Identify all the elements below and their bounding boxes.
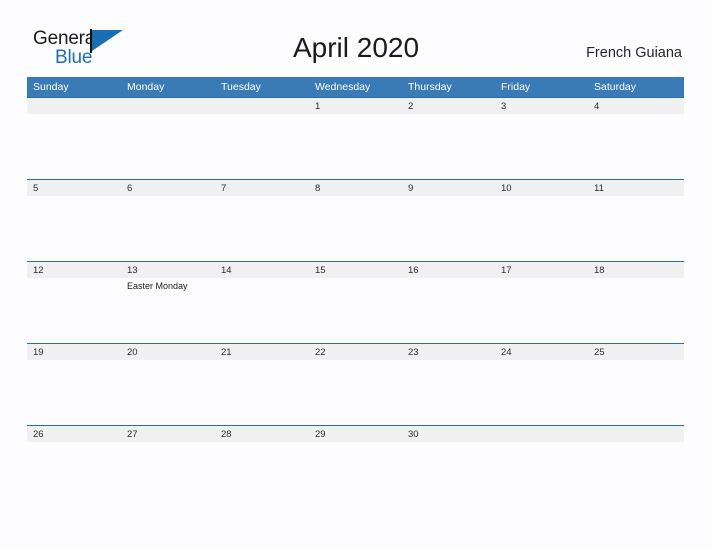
day-number[interactable]: 9 xyxy=(402,183,495,194)
day-cell[interactable] xyxy=(402,196,495,261)
locale-label: French Guiana xyxy=(586,45,682,61)
calendar-week-row: 5 6 7 8 9 10 11 xyxy=(27,179,684,261)
day-cell[interactable] xyxy=(27,114,121,179)
day-number[interactable]: 10 xyxy=(495,183,588,194)
weekday-header-monday: Monday xyxy=(127,81,165,93)
day-cell[interactable] xyxy=(27,278,121,343)
calendar-weeks: 1 2 3 4 5 6 7 8 9 10 11 12 13 14 15 16 17 18 Easter Monday… xyxy=(27,97,684,507)
day-number[interactable]: 14 xyxy=(215,265,309,276)
day-number[interactable]: 5 xyxy=(27,183,121,194)
day-cell[interactable] xyxy=(402,442,495,507)
day-cell[interactable] xyxy=(309,114,402,179)
day-cell[interactable] xyxy=(121,114,215,179)
week-event-band xyxy=(27,442,684,507)
day-cell[interactable] xyxy=(215,278,309,343)
day-cell[interactable] xyxy=(121,442,215,507)
day-cell[interactable] xyxy=(27,196,121,261)
day-number[interactable]: 21 xyxy=(215,347,309,358)
day-cell[interactable] xyxy=(495,442,588,507)
calendar-week-row: 19 20 21 22 23 24 25 xyxy=(27,343,684,425)
day-number[interactable]: 22 xyxy=(309,347,402,358)
day-cell[interactable] xyxy=(27,442,121,507)
calendar-week-row: 1234 xyxy=(27,97,684,179)
weekday-header-friday: Friday xyxy=(501,81,531,93)
day-cell[interactable] xyxy=(121,196,215,261)
day-cell[interactable] xyxy=(309,360,402,425)
week-date-band: 1234 xyxy=(27,98,684,114)
day-number[interactable]: 28 xyxy=(215,429,309,440)
day-cell[interactable] xyxy=(402,114,495,179)
calendar-page: General Blue April 2020 French Guiana Su… xyxy=(0,0,712,550)
weekday-header-saturday: Saturday xyxy=(594,81,637,93)
day-cell[interactable] xyxy=(588,442,684,507)
day-number[interactable]: 12 xyxy=(27,265,121,276)
day-cell[interactable] xyxy=(215,442,309,507)
day-number[interactable]: 7 xyxy=(215,183,309,194)
day-cell[interactable] xyxy=(121,360,215,425)
day-number[interactable]: 27 xyxy=(121,429,215,440)
day-number[interactable]: 6 xyxy=(121,183,215,194)
day-cell[interactable] xyxy=(495,360,588,425)
week-date-band: 19 20 21 22 23 24 25 xyxy=(27,344,684,360)
day-number[interactable]: 4 xyxy=(588,101,684,112)
calendar-grid: Sunday Monday Tuesday Wednesday Thursday… xyxy=(27,77,684,507)
day-number[interactable]: 18 xyxy=(588,265,684,276)
day-number[interactable]: 13 xyxy=(121,265,215,276)
weekday-header-sunday: Sunday xyxy=(33,81,69,93)
day-cell[interactable] xyxy=(588,196,684,261)
day-cell[interactable] xyxy=(215,114,309,179)
day-number[interactable]: 1 xyxy=(309,101,402,112)
weekday-header-wednesday: Wednesday xyxy=(315,81,371,93)
day-number[interactable]: 26 xyxy=(27,429,121,440)
day-event-label: Easter Monday xyxy=(127,281,188,291)
day-number[interactable]: 16 xyxy=(402,265,495,276)
day-number[interactable]: 17 xyxy=(495,265,588,276)
calendar-weekday-header-row: Sunday Monday Tuesday Wednesday Thursday… xyxy=(27,77,684,97)
day-number[interactable]: 30 xyxy=(402,429,495,440)
day-number[interactable]: 19 xyxy=(27,347,121,358)
weekday-header-thursday: Thursday xyxy=(408,81,452,93)
day-number[interactable]: 29 xyxy=(309,429,402,440)
week-date-band: 5 6 7 8 9 10 11 xyxy=(27,180,684,196)
day-cell[interactable] xyxy=(588,278,684,343)
week-event-band xyxy=(27,196,684,261)
day-cell[interactable] xyxy=(215,196,309,261)
day-cell[interactable] xyxy=(402,360,495,425)
page-header: General Blue April 2020 French Guiana xyxy=(0,0,712,76)
day-number[interactable]: 25 xyxy=(588,347,684,358)
week-event-band: Easter Monday xyxy=(27,278,684,343)
day-cell[interactable] xyxy=(495,196,588,261)
day-cell[interactable] xyxy=(588,114,684,179)
day-number[interactable]: 8 xyxy=(309,183,402,194)
day-cell[interactable] xyxy=(588,360,684,425)
day-cell[interactable]: Easter Monday xyxy=(121,278,215,343)
calendar-week-row: 26 27 28 29 30 xyxy=(27,425,684,507)
weekday-header-tuesday: Tuesday xyxy=(221,81,261,93)
day-cell[interactable] xyxy=(495,278,588,343)
week-event-band xyxy=(27,114,684,179)
calendar-week-row: 12 13 14 15 16 17 18 Easter Monday xyxy=(27,261,684,343)
week-date-band: 12 13 14 15 16 17 18 xyxy=(27,262,684,278)
day-cell[interactable] xyxy=(495,114,588,179)
week-event-band xyxy=(27,360,684,425)
day-number[interactable]: 20 xyxy=(121,347,215,358)
day-cell[interactable] xyxy=(215,360,309,425)
day-number[interactable]: 3 xyxy=(495,101,588,112)
day-number[interactable]: 23 xyxy=(402,347,495,358)
week-date-band: 26 27 28 29 30 xyxy=(27,426,684,442)
day-cell[interactable] xyxy=(309,278,402,343)
day-number[interactable]: 11 xyxy=(588,183,684,194)
day-number[interactable]: 15 xyxy=(309,265,402,276)
day-number[interactable]: 24 xyxy=(495,347,588,358)
day-number[interactable]: 2 xyxy=(402,101,495,112)
day-cell[interactable] xyxy=(309,196,402,261)
day-cell[interactable] xyxy=(27,360,121,425)
day-cell[interactable] xyxy=(402,278,495,343)
day-cell[interactable] xyxy=(309,442,402,507)
